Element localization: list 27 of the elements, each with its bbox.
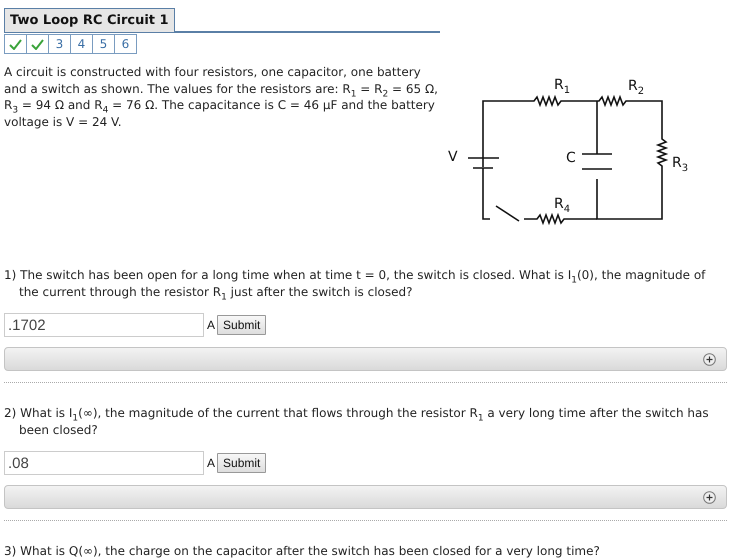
question-tab[interactable]: 6 (114, 34, 137, 54)
question-tab[interactable] (4, 34, 27, 54)
page-title: Two Loop RC Circuit 1 (4, 8, 175, 32)
unit-label: A (207, 456, 216, 470)
answer-field[interactable]: .1702 (4, 313, 204, 337)
question-tab[interactable]: 5 (92, 34, 115, 54)
circuit-label: R$_{3}$ (672, 156, 688, 170)
question-tab[interactable]: 4 (70, 34, 93, 54)
check-icon (31, 38, 44, 50)
question-text: 1) The switch has been open for a long time when at time t = 0, the switch is closed. What is I$_{1}$(0), the magnitude of the current through the resistor R$_{1}$ just after the switch is closed? (4, 267, 707, 301)
unit-label: A (207, 318, 216, 332)
question-tab[interactable]: 3 (48, 34, 71, 54)
circuit-label: R$_{2}$ (628, 79, 644, 93)
circuit-label: R$_{4}$ (554, 197, 570, 211)
circuit-label: C (566, 151, 576, 165)
problem-text: A circuit is constructed with four resistors, one capacitor, one battery and a switch as shown. The values for the resistors are: R$_{1}$ = R$_{2}$ = 65 Ω, R$_{3}$ = 94 Ω and R$_{4}$ = 76 Ω. The capacitance is C = 46 μF and the battery voltage is V = 24 V. (4, 64, 439, 130)
question-text: 3) What is Q(∞), the charge on the capacitor after the switch has been closed for a very long time? (4, 543, 601, 558)
check-icon (9, 38, 22, 50)
answer-field[interactable]: .08 (4, 451, 204, 475)
circuit-label: V (448, 150, 458, 164)
submit-button[interactable]: Submit (217, 453, 266, 473)
question-tab[interactable] (26, 34, 49, 54)
plus-icon[interactable] (703, 352, 716, 366)
question-text: 2) What is I$_{1}$(∞), the magnitude of the current that flows through the resistor R$_{1}$ a very long time after the switch has been closed? (4, 405, 710, 439)
circuit-label: R$_{1}$ (554, 78, 570, 92)
plus-icon[interactable] (703, 490, 716, 504)
submit-button[interactable]: Submit (217, 315, 266, 335)
